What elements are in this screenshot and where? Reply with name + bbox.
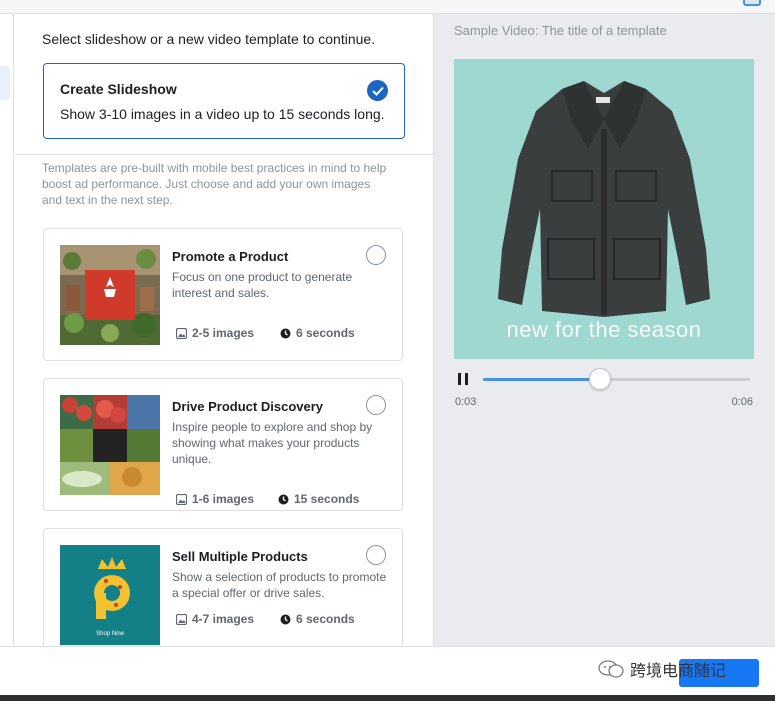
instruction-text: Select slideshow or a new video template… (42, 31, 376, 47)
template-thumbnail-lucky-shrub (60, 245, 160, 345)
template-description: Focus on one product to generate interes… (172, 270, 353, 300)
image-icon (176, 493, 187, 505)
shop-now-thumb-text: Shop Now (96, 631, 124, 637)
dialog-footer: 跨境电商随记 (0, 646, 775, 701)
background-sidebar (0, 14, 14, 646)
watermark-text: 跨境电商随记 (630, 663, 727, 680)
template-selection-panel: Select slideshow or a new video template… (15, 14, 433, 646)
video-progress-fill (483, 378, 601, 381)
template-title: Drive Product Discovery (172, 399, 324, 414)
create-slideshow-title: Create Slideshow (60, 81, 177, 97)
templates-help-text: Templates are pre-built with mobile best… (42, 161, 387, 207)
template-card-sell-multiple-products[interactable]: Shop Now Sell Multiple Products Show a s… (43, 528, 403, 646)
template-duration: 15 seconds (278, 492, 359, 506)
create-slideshow-description: Show 3-10 images in a video up to 15 sec… (60, 106, 385, 122)
clock-icon (280, 328, 291, 339)
image-count-label: 2-5 images (192, 326, 255, 340)
clock-icon (280, 614, 291, 625)
template-title: Promote a Product (172, 249, 289, 264)
image-count-label: 1-6 images (192, 492, 255, 506)
jacket-image (498, 81, 710, 317)
image-icon (176, 613, 187, 625)
video-scrubber-handle[interactable] (589, 368, 612, 390)
duration-label: 6 seconds (296, 612, 355, 626)
chat-bubble-icon (598, 660, 624, 678)
window-corner-button[interactable] (743, 0, 761, 6)
template-radio[interactable] (366, 545, 386, 565)
template-image-count: 2-5 images (176, 326, 254, 340)
template-description: Inspire people to explore and shop by sh… (172, 420, 373, 466)
template-card-drive-product-discovery[interactable]: Drive Product Discovery Inspire people t… (43, 378, 403, 511)
image-icon (176, 327, 187, 339)
background-window-strip (0, 0, 775, 14)
background-sidebar-selection (0, 66, 10, 100)
template-thumbnail-market (60, 395, 160, 495)
template-radio[interactable] (366, 245, 386, 265)
section-divider (15, 154, 433, 155)
video-preview-panel: Sample Video: The title of a template ne… (433, 14, 775, 646)
create-slideshow-option[interactable]: Create Slideshow Show 3-10 images in a v… (43, 63, 405, 139)
current-time: 0:03 (455, 396, 477, 408)
template-duration: 6 seconds (280, 612, 355, 626)
video-caption: new for the season (506, 317, 702, 342)
template-title: Sell Multiple Products (172, 549, 308, 564)
duration-label: 15 seconds (294, 492, 360, 506)
video-progress-track[interactable] (483, 368, 750, 390)
template-card-promote-a-product[interactable]: Promote a Product Focus on one product t… (43, 228, 403, 361)
clock-icon (278, 494, 289, 505)
checkmark-icon[interactable] (367, 80, 388, 101)
duration-label: 6 seconds (296, 326, 355, 340)
total-time: 0:06 (731, 396, 753, 408)
template-description: Show a selection of products to promote … (172, 570, 387, 600)
template-radio[interactable] (366, 395, 386, 415)
pause-icon[interactable] (458, 373, 468, 385)
template-duration: 6 seconds (280, 326, 355, 340)
image-count-label: 4-7 images (192, 612, 255, 626)
template-thumbnail-shop-now: Shop Now (60, 545, 160, 645)
template-image-count: 4-7 images (176, 612, 254, 626)
watermark: 跨境电商随记 (598, 657, 726, 681)
sample-video[interactable]: new for the season (454, 59, 754, 359)
window-bottom-edge (0, 695, 775, 701)
preview-label: Sample Video: The title of a template (454, 23, 667, 38)
template-image-count: 1-6 images (176, 492, 254, 506)
